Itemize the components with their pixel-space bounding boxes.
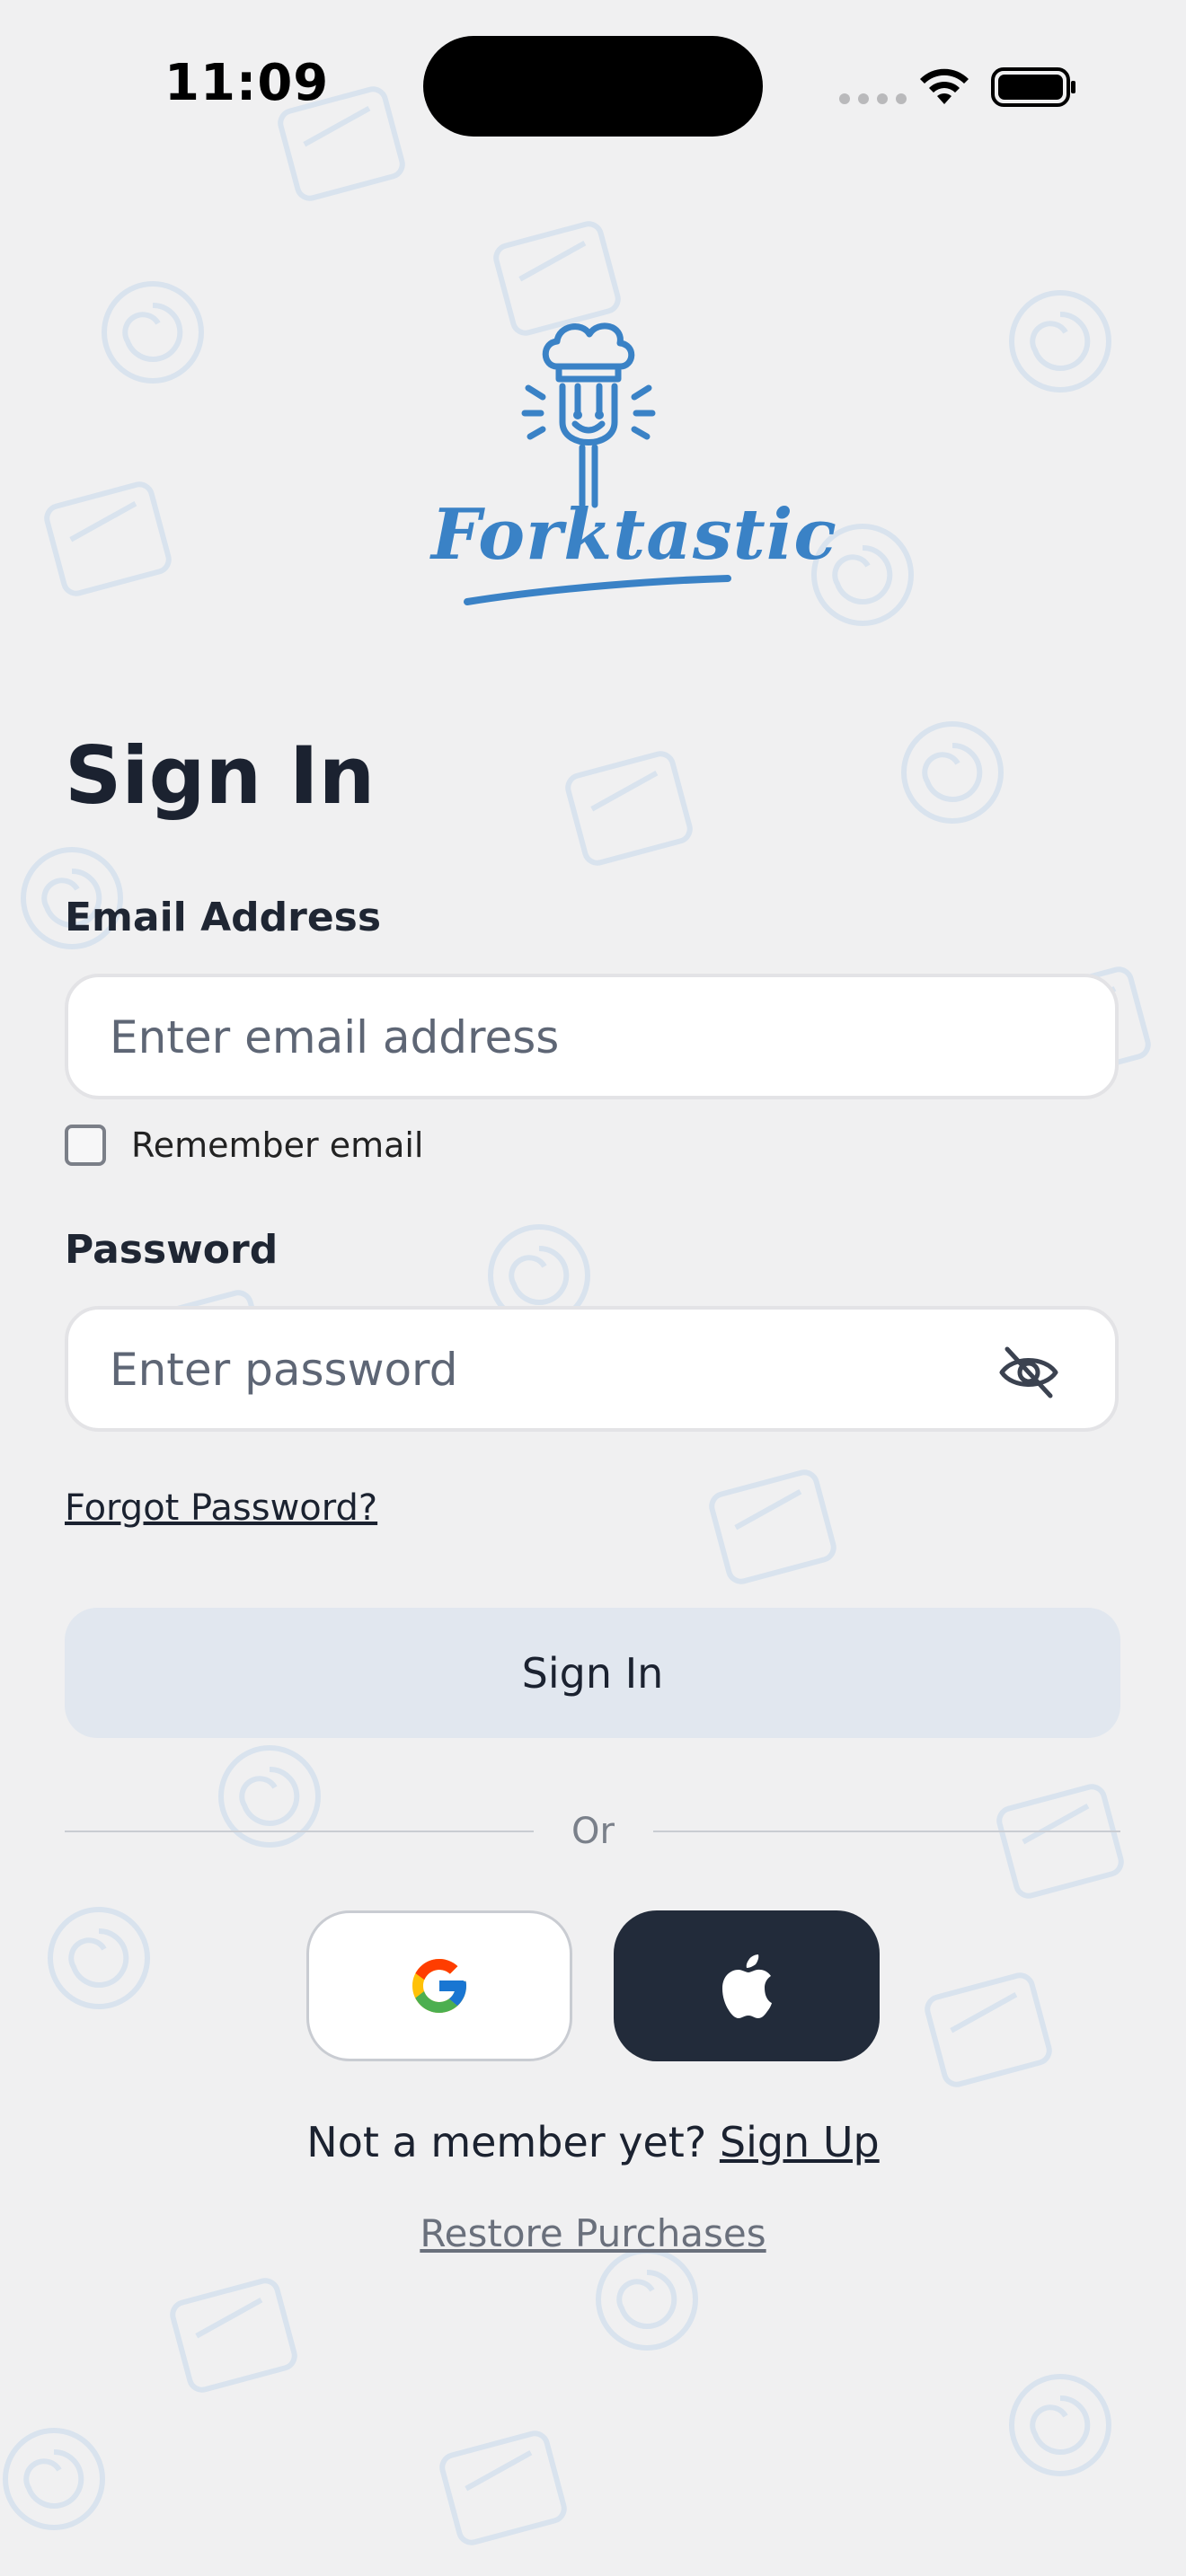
google-sign-in-button[interactable] [306, 1910, 572, 2061]
password-placeholder: Enter password [110, 1344, 458, 1396]
apple-icon [722, 1954, 772, 2018]
remember-email-row[interactable]: Remember email [65, 1125, 424, 1166]
forgot-password-link[interactable]: Forgot Password? [65, 1487, 377, 1529]
google-icon [412, 1959, 466, 2013]
wifi-icon [920, 68, 969, 104]
eye-off-icon[interactable] [998, 1344, 1059, 1401]
dynamic-island [423, 36, 763, 137]
cellular-signal-icon [839, 93, 907, 104]
sign-in-screen: 11:09 Forktastic Sign In Email Address E… [0, 0, 1186, 2576]
password-label: Password [65, 1227, 279, 1273]
sign-up-link[interactable]: Sign Up [720, 2118, 880, 2166]
email-placeholder: Enter email address [110, 1011, 560, 1063]
restore-purchases-link[interactable]: Restore Purchases [0, 2211, 1186, 2255]
divider-right [653, 1831, 1120, 1832]
brand-wordmark: Forktastic [431, 494, 837, 576]
chef-fork-icon [521, 322, 656, 508]
page-title: Sign In [65, 729, 376, 822]
password-input[interactable]: Enter password [65, 1306, 1119, 1432]
remember-email-label: Remember email [131, 1125, 424, 1165]
signup-prompt-row: Not a member yet? Sign Up [0, 2118, 1186, 2166]
signup-prompt-text: Not a member yet? [306, 2118, 707, 2166]
email-input[interactable]: Enter email address [65, 974, 1119, 1099]
wordmark-swoosh [464, 575, 731, 605]
remember-email-checkbox[interactable] [65, 1125, 106, 1166]
sign-in-button-label: Sign In [521, 1648, 664, 1698]
battery-icon [991, 67, 1075, 107]
email-label: Email Address [65, 895, 382, 940]
brand-logo: Forktastic [431, 314, 837, 620]
sign-in-button[interactable]: Sign In [65, 1608, 1120, 1738]
status-time: 11:09 [164, 54, 330, 112]
apple-sign-in-button[interactable] [614, 1910, 880, 2061]
